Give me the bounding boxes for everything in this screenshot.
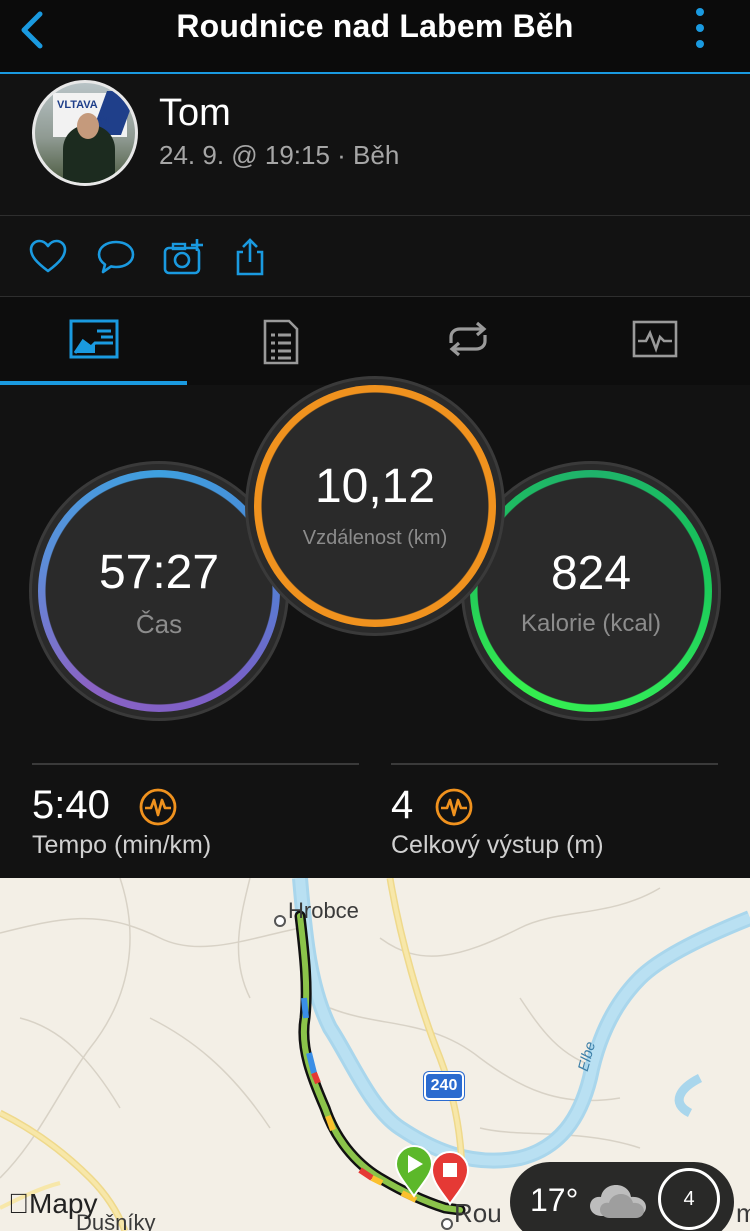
tab-charts[interactable] [561, 297, 748, 385]
maps-attribution[interactable]: Mapy [8, 1188, 97, 1220]
pace-label: Tempo (min/km) [32, 831, 212, 859]
repeat-icon [448, 321, 487, 357]
back-button[interactable] [14, 8, 54, 52]
finish-pin-icon [430, 1150, 470, 1206]
avatar[interactable]: VLTAVA RUN [32, 80, 138, 186]
calories-value: 824 [550, 547, 632, 600]
tab-bar [0, 297, 750, 385]
chart-icon [632, 320, 677, 358]
tab-repeats[interactable] [374, 297, 561, 385]
comment-icon [97, 240, 135, 274]
calories-ring[interactable]: 824 Kalorie (kcal) [470, 470, 712, 712]
activity-owner: VLTAVA RUN Tom 24. 9. @ 19:15 · Běh [0, 76, 750, 216]
comment-button[interactable] [96, 237, 136, 277]
tab-laps[interactable] [187, 297, 374, 385]
avatar-sign-text: VLTAVA [57, 99, 98, 111]
time-value: 57:27 [98, 545, 220, 599]
distance-ring[interactable]: 10,12 Vzdálenost (km) [254, 385, 496, 627]
pace-metric[interactable]: 5:40 Tempo (min/km) [32, 763, 359, 859]
place-marker [274, 915, 286, 927]
ascent-metric[interactable]: 4 Celkový výstup (m) [391, 763, 718, 859]
more-dot [696, 40, 704, 48]
activity-detail-screen: Roudnice nad Labem Běh VLTAVA RUN Tom 24… [0, 0, 750, 1231]
like-button[interactable] [28, 237, 68, 277]
cloud-icon [590, 1185, 646, 1218]
share-icon [236, 238, 264, 276]
ascent-value: 4 [391, 783, 414, 827]
time-ring[interactable]: 57:27 Čas [38, 470, 280, 712]
laps-list-icon [263, 319, 298, 365]
add-photo-button[interactable] [163, 237, 203, 277]
time-label: Čas [135, 608, 183, 639]
page-title: Roudnice nad Labem Běh [176, 8, 574, 44]
chevron-left-icon [21, 11, 43, 49]
place-marker [441, 1218, 453, 1230]
avatar-person-head [77, 113, 99, 139]
user-name[interactable]: Tom [159, 92, 231, 135]
more-options-button[interactable] [692, 8, 708, 52]
place-label-hrobce: Hrobce [288, 898, 359, 923]
tab-overview[interactable] [0, 297, 187, 385]
pulse-badge-icon [435, 788, 473, 826]
maps-brand-label: Mapy [8, 1188, 97, 1219]
distance-label: Vzdálenost (km) [302, 526, 448, 549]
place-label-edge: m [736, 1198, 750, 1228]
route-map[interactable]: Hrobce Rou Dušníky m 240 Elbe Mapy 17° … [0, 878, 750, 1231]
temperature-value: 17° [530, 1182, 579, 1218]
more-vertical-icon [696, 8, 704, 16]
heart-icon [29, 239, 67, 273]
share-button[interactable] [230, 237, 270, 277]
start-pin-icon [394, 1144, 434, 1198]
activity-date-type: 24. 9. @ 19:15 · Běh [159, 140, 400, 170]
pulse-badge-icon [139, 788, 177, 826]
overview-icon [69, 319, 118, 359]
calories-label: Kalorie (kcal) [520, 610, 662, 637]
distance-value: 10,12 [314, 459, 436, 513]
road-number-badge: 240 [424, 1072, 464, 1100]
weather-badge: 4 [658, 1168, 720, 1230]
stats-summary: 57:27 Čas 824 Kalorie (kcal) 10,12 Vzdál… [0, 385, 750, 878]
nav-bar: Roudnice nad Labem Běh [0, 0, 750, 74]
more-dot [696, 24, 704, 32]
apple-logo-icon:  [8, 1188, 29, 1219]
action-bar [0, 217, 750, 297]
pace-value: 5:40 [32, 783, 110, 827]
weather-widget[interactable]: 17° 4 [510, 1162, 734, 1231]
add-photo-icon [163, 239, 203, 275]
ascent-label: Celkový výstup (m) [391, 831, 604, 859]
